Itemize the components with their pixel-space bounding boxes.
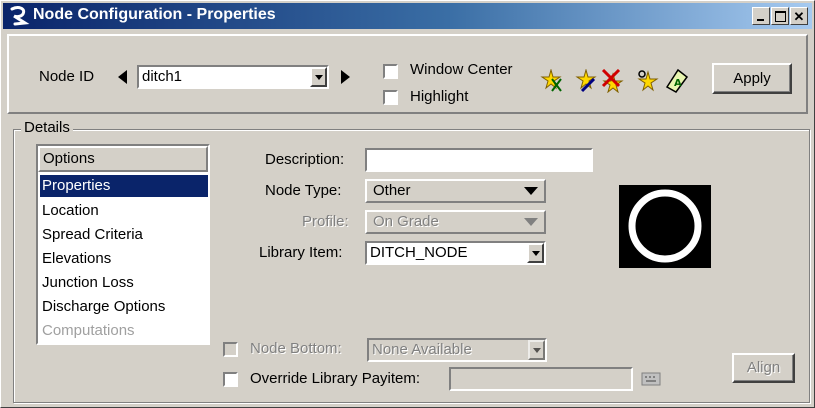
previous-node-icon[interactable] bbox=[118, 70, 128, 84]
override-payitem-label: Override Library Payitem: bbox=[250, 370, 421, 387]
option-spread-criteria[interactable]: Spread Criteria bbox=[40, 224, 208, 246]
close-icon: ✕ bbox=[793, 9, 805, 24]
toolbar-panel: Node ID ditch1 Window Center Highlight A… bbox=[7, 34, 808, 114]
add-node-icon[interactable] bbox=[539, 69, 563, 93]
library-item-label: Library Item: bbox=[259, 244, 343, 261]
node-bottom-value: None Available bbox=[372, 341, 472, 358]
node-id-value: ditch1 bbox=[142, 68, 183, 85]
option-elevations[interactable]: Elevations bbox=[40, 248, 208, 270]
align-button: Align bbox=[732, 353, 795, 383]
maximize-button[interactable] bbox=[771, 7, 789, 25]
library-item-combobox[interactable]: DITCH_NODE bbox=[365, 241, 546, 265]
highlight-label: Highlight bbox=[410, 88, 469, 105]
details-group-label: Details bbox=[21, 119, 73, 136]
options-list[interactable]: Options Properties Location Spread Crite… bbox=[36, 144, 210, 345]
minimize-icon bbox=[757, 19, 764, 21]
app-logo-icon bbox=[10, 6, 30, 26]
library-item-value: DITCH_NODE bbox=[370, 244, 468, 261]
node-bottom-dropdown-button bbox=[528, 340, 545, 360]
description-input[interactable] bbox=[365, 148, 593, 172]
node-bottom-checkbox bbox=[223, 342, 238, 357]
apply-button-label: Apply bbox=[733, 70, 771, 87]
node-id-dropdown-button[interactable] bbox=[310, 67, 327, 87]
window-center-checkbox[interactable] bbox=[383, 64, 398, 79]
option-location[interactable]: Location bbox=[40, 200, 208, 222]
node-type-label: Node Type: bbox=[265, 182, 342, 199]
maximize-icon bbox=[775, 11, 786, 22]
node-type-value: Other bbox=[373, 182, 411, 199]
delete-node-icon[interactable] bbox=[601, 69, 625, 93]
apply-button[interactable]: Apply bbox=[712, 63, 792, 94]
override-payitem-checkbox[interactable] bbox=[223, 372, 238, 387]
override-payitem-input[interactable] bbox=[449, 367, 633, 391]
option-discharge-options[interactable]: Discharge Options bbox=[40, 296, 208, 318]
chevron-down-icon bbox=[524, 187, 538, 195]
options-header-label: Options bbox=[43, 150, 95, 167]
next-node-icon[interactable] bbox=[341, 70, 351, 84]
node-type-dropdown[interactable]: Other bbox=[365, 179, 546, 203]
library-item-dropdown-button[interactable] bbox=[527, 243, 544, 263]
profile-dropdown: On Grade bbox=[365, 210, 546, 234]
description-label: Description: bbox=[265, 151, 345, 168]
node-bottom-label: Node Bottom: bbox=[250, 340, 342, 357]
option-properties[interactable]: Properties bbox=[40, 175, 208, 197]
svg-text:A: A bbox=[674, 78, 682, 89]
keyboard-icon[interactable] bbox=[641, 372, 661, 386]
node-preview bbox=[619, 185, 711, 268]
locate-node-icon[interactable] bbox=[636, 69, 660, 93]
edit-node-icon[interactable] bbox=[574, 69, 598, 93]
node-id-combobox[interactable]: ditch1 bbox=[137, 65, 329, 89]
options-list-header[interactable]: Options bbox=[38, 146, 208, 172]
align-button-label: Align bbox=[746, 359, 781, 376]
close-button[interactable]: ✕ bbox=[790, 7, 808, 25]
option-computations[interactable]: Computations bbox=[40, 320, 208, 342]
highlight-checkbox[interactable] bbox=[383, 90, 398, 105]
title-bar[interactable]: Node Configuration - Properties ✕ bbox=[3, 3, 812, 29]
chevron-down-icon bbox=[524, 218, 538, 226]
annotate-node-icon[interactable]: A bbox=[664, 67, 690, 93]
node-bottom-combobox: None Available bbox=[367, 338, 547, 362]
minimize-button[interactable] bbox=[752, 7, 770, 25]
profile-value: On Grade bbox=[373, 213, 439, 230]
node-symbol-image bbox=[628, 189, 702, 263]
option-junction-loss[interactable]: Junction Loss bbox=[40, 272, 208, 294]
node-configuration-window: Node Configuration - Properties ✕ Node I… bbox=[0, 0, 815, 408]
profile-label: Profile: bbox=[302, 213, 349, 230]
node-id-label: Node ID bbox=[39, 68, 95, 85]
window-center-label: Window Center bbox=[410, 61, 513, 78]
window-title: Node Configuration - Properties bbox=[33, 6, 276, 23]
